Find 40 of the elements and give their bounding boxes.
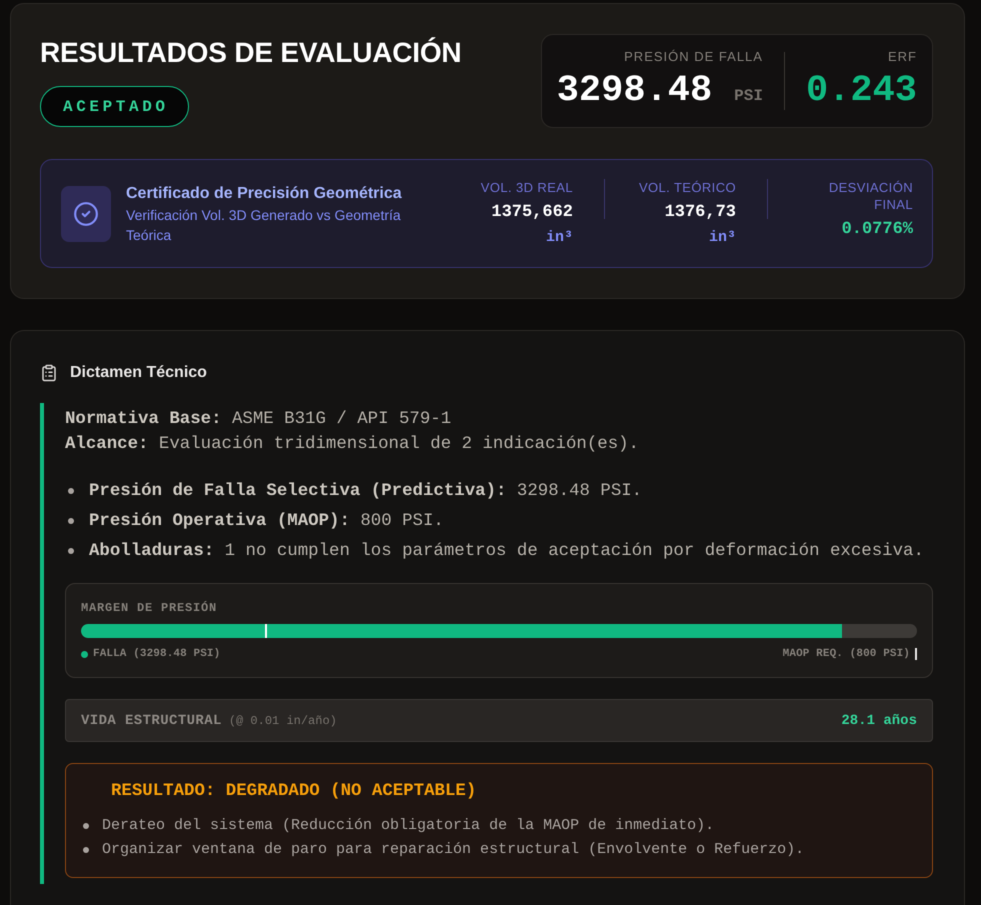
bullet-icon xyxy=(83,847,89,853)
stat-unit: PSI xyxy=(734,87,763,105)
clipboard-icon xyxy=(40,364,58,382)
stat-label: ERF xyxy=(888,49,917,65)
stat-value: 0.243 xyxy=(806,69,917,113)
maop-legend: MAOP REQ. (800 PSI) xyxy=(782,646,910,662)
summary-line: Normativa Base: ASME B31G / API 579-1 xyxy=(65,409,452,431)
certificate-subtitle: Verificación Vol. 3D Generado vs Geometría Teórica xyxy=(126,206,402,244)
structural-life-note: (@ 0.01 in/año) xyxy=(228,714,337,728)
structural-life-label: VIDA ESTRUCTURAL xyxy=(81,712,222,728)
metric-label: VOL. 3D REAL xyxy=(480,179,573,196)
bullet-icon xyxy=(68,548,74,554)
result-title: RESULTADO: DEGRADADO (NO ACEPTABLE) xyxy=(111,781,478,803)
action-text: Organizar ventana de paro para reparación estructural (Envolvente o Refuerzo). xyxy=(102,840,804,860)
metric-unit: in³ xyxy=(708,228,736,248)
pressure-margin-label: MARGEN DE PRESIÓN xyxy=(81,600,218,616)
finding-text: Presión de Falla Selectiva (Predictiva): 3298.48 PSI. xyxy=(89,480,642,502)
summary-line: Alcance: Evaluación tridimensional de 2 indicación(es). xyxy=(65,434,640,456)
legend-dot-icon xyxy=(81,650,88,658)
metric-value: 1376,73 xyxy=(664,202,736,224)
page-title: RESULTADOS DE EVALUACIÓN xyxy=(40,36,462,70)
marker-line-icon xyxy=(915,648,917,660)
structural-life-value: 28.1 años xyxy=(841,712,917,728)
finding-text: Presión Operativa (MAOP): 800 PSI. xyxy=(89,510,444,532)
status-badge: ACEPTADO xyxy=(40,86,189,127)
metric-value: 1375,662 xyxy=(491,202,573,224)
bullet-icon xyxy=(68,488,74,494)
finding-text: Abolladuras: 1 no cumplen los parámetros de aceptación por deformación excesiva. xyxy=(89,540,924,562)
certificate-title: Certificado de Precisión Geométrica xyxy=(126,184,403,204)
metric-label: VOL. TEÓRICO xyxy=(638,179,736,196)
bullet-icon xyxy=(83,823,89,829)
metric-value: 0.0776% xyxy=(842,219,913,241)
metric-label: DESVIACIÓN FINAL xyxy=(828,179,913,213)
report-title: Dictamen Técnico xyxy=(70,363,207,383)
failure-legend: FALLA (3298.48 PSI) xyxy=(93,646,220,662)
bullet-icon xyxy=(68,518,74,524)
stat-label: PRESIÓN DE FALLA xyxy=(624,49,763,65)
action-text: Derateo del sistema (Reducción obligatoria de la MAOP de inmediato). xyxy=(102,816,714,836)
stat-value: 3298.48 xyxy=(556,69,712,113)
metric-unit: in³ xyxy=(546,228,573,248)
